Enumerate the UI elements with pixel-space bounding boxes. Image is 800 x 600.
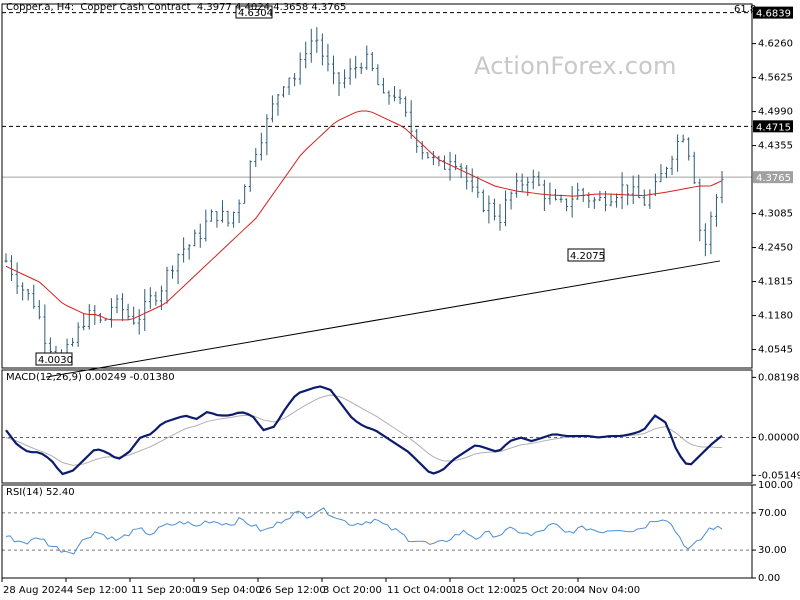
annotation-label: 4.2075 — [570, 251, 605, 262]
header-right-value: 61.8 — [734, 4, 757, 15]
macd-signal-line — [5, 394, 723, 466]
time-tick-label: 19 Sep 04:00 — [195, 585, 262, 596]
level-tag-label: 4.6839 — [756, 9, 791, 20]
time-tick-label: 18 Oct 12:00 — [451, 585, 516, 596]
price-tick-label: 4.2450 — [758, 243, 793, 254]
time-tick-label: 3 Oct 20:00 — [323, 585, 382, 596]
moving-average-line — [5, 110, 723, 321]
level-tag-label: 4.3765 — [756, 173, 791, 184]
time-tick-label: 11 Oct 04:00 — [387, 585, 452, 596]
macd-tick-label: 0.08198 — [758, 372, 799, 383]
time-tick-label: 26 Sep 12:00 — [259, 585, 326, 596]
price-tick-label: 4.1815 — [758, 277, 793, 288]
macd-label: MACD(12,26,9) 0.00249 -0.01380 — [6, 372, 175, 383]
watermark: ActionForex.com — [474, 52, 677, 80]
macd-tick-label: 0.00000 — [758, 433, 799, 444]
rsi-label: RSI(14) 52.40 — [6, 487, 75, 498]
price-tick-label: 4.4990 — [758, 107, 793, 118]
rsi-panel — [2, 507, 752, 555]
level-tag-label: 4.4715 — [756, 122, 791, 133]
rsi-line — [5, 507, 723, 555]
price-tick-label: 4.0545 — [758, 345, 793, 356]
time-tick-label: 28 Aug 2024 — [3, 585, 67, 596]
time-tick-label: 4 Sep 12:00 — [67, 585, 127, 596]
price-tick-label: 4.4355 — [758, 141, 793, 152]
chart-canvas: 4.63044.20754.0030 4.62604.56254.49904.4… — [1, 3, 800, 596]
price-tick-label: 4.5625 — [758, 73, 793, 84]
rsi-tick-label: 70.00 — [758, 508, 787, 519]
price-tick-label: 4.3085 — [758, 209, 793, 220]
rsi-frame — [1, 484, 753, 579]
rsi-tick-label: 30.00 — [758, 545, 787, 556]
macd-frame — [1, 369, 753, 484]
macd-line — [5, 385, 723, 476]
time-tick-label: 4 Nov 04:00 — [579, 585, 640, 596]
axes: 4.6260 4.5625 4.4990 4.4355 4.3085 4.2450 4.18… — [1, 3, 800, 596]
time-tick-label: 11 Sep 20:00 — [131, 585, 198, 596]
trendline — [45, 260, 721, 378]
price-tick-label: 4.6260 — [758, 39, 793, 50]
rsi-tick-label: 100.00 — [758, 480, 793, 491]
price-tick-label: 4.1180 — [758, 311, 793, 322]
chart-header: Copper.a, H4: Copper Cash Contract 4.397… — [6, 2, 347, 13]
time-tick-label: 25 Oct 20:00 — [515, 585, 580, 596]
macd-panel — [2, 385, 752, 476]
rsi-tick-label: 0.00 — [758, 573, 780, 584]
annotation-label: 4.0030 — [38, 355, 73, 366]
